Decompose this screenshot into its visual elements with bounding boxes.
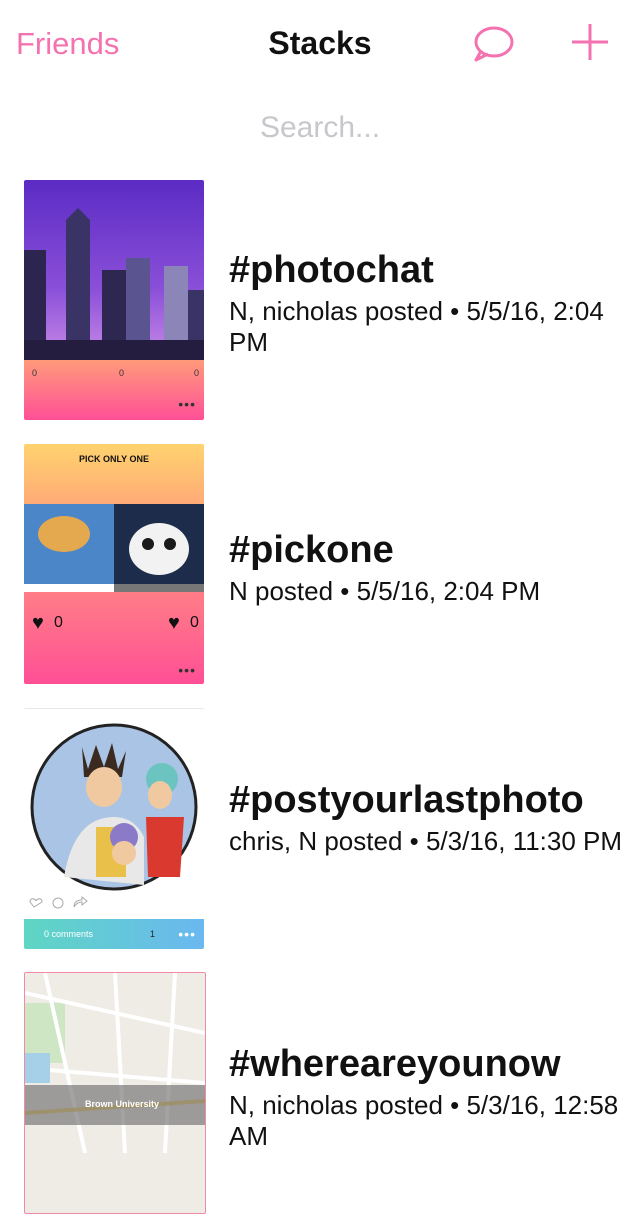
stack-tag: #photochat bbox=[229, 249, 434, 291]
stack-subtitle: chris, N posted • 5/3/16, 11:30 PM bbox=[229, 826, 623, 856]
stack-footer: 0 0 0 ••• bbox=[24, 360, 204, 420]
chat-bubble-icon[interactable] bbox=[472, 24, 516, 64]
more-options-icon[interactable]: ••• bbox=[178, 396, 196, 412]
stack-info: #postyourlastphoto chris, N posted • 5/3… bbox=[229, 778, 629, 857]
page-title: Stacks bbox=[268, 25, 372, 61]
stack-subtitle: N, nicholas posted • 5/5/16, 2:04 PM bbox=[229, 296, 604, 357]
like-count: 1 bbox=[150, 929, 156, 939]
cartoon-family-photo bbox=[30, 723, 198, 891]
reaction-count: 0 bbox=[119, 368, 125, 378]
stack-info: #pickone N posted • 5/5/16, 2:04 PM bbox=[229, 528, 629, 607]
stack-row-postyourlastphoto[interactable]: 0 comments 1 ••• #postyourlastphoto chri… bbox=[0, 708, 640, 958]
stack-row-whereareyounow[interactable]: Brown University #whereareyounow N, nich… bbox=[0, 972, 640, 1214]
stack-tag: #pickone bbox=[229, 529, 394, 571]
search-input[interactable] bbox=[0, 100, 640, 156]
plus-icon[interactable] bbox=[570, 22, 610, 62]
pick-header: PICK ONLY ONE bbox=[78, 454, 150, 464]
right-vote-count: 0 bbox=[190, 614, 199, 631]
stack-thumbnail[interactable]: PICK ONLY ONE ♥ 0 ♥ 0 ••• bbox=[24, 444, 204, 684]
stack-row-photochat[interactable]: 0 0 0 ••• #photochat N, nicholas posted … bbox=[0, 180, 640, 430]
stack-subtitle: N, nicholas posted • 5/3/16, 12:58 AM bbox=[229, 1090, 619, 1151]
reaction-count: 0 bbox=[194, 368, 200, 378]
more-options-icon[interactable]: ••• bbox=[178, 662, 196, 678]
stack-row-pickone[interactable]: PICK ONLY ONE ♥ 0 ♥ 0 ••• #pickone N pos… bbox=[0, 444, 640, 694]
post-actions-icon[interactable] bbox=[28, 895, 98, 911]
heart-icon[interactable]: ♥ bbox=[32, 612, 44, 635]
stack-tag: #whereareyounow bbox=[229, 1043, 561, 1085]
map-label: Brown University bbox=[85, 1099, 160, 1109]
navigation-bar: Friends Stacks bbox=[0, 0, 640, 90]
stack-footer: 0 comments 1 ••• bbox=[24, 919, 204, 949]
city-skyline-photo bbox=[24, 180, 204, 360]
stack-thumbnail[interactable]: 0 0 0 ••• bbox=[24, 180, 204, 420]
stack-info: #photochat N, nicholas posted • 5/5/16, … bbox=[229, 248, 629, 358]
reaction-count: 0 bbox=[32, 368, 38, 378]
left-vote-count: 0 bbox=[54, 614, 63, 631]
pick-photos bbox=[24, 504, 204, 592]
map-snapshot bbox=[25, 973, 205, 1153]
stack-thumbnail[interactable]: Brown University bbox=[24, 972, 206, 1214]
stack-tag: #postyourlastphoto bbox=[229, 779, 584, 821]
heart-icon[interactable]: ♥ bbox=[168, 612, 180, 635]
more-options-icon[interactable]: ••• bbox=[178, 926, 196, 942]
stack-subtitle: N posted • 5/5/16, 2:04 PM bbox=[229, 576, 541, 606]
search-bar bbox=[0, 100, 640, 156]
stack-thumbnail[interactable]: 0 comments 1 ••• bbox=[24, 708, 204, 949]
comment-count: 0 comments bbox=[44, 929, 94, 939]
